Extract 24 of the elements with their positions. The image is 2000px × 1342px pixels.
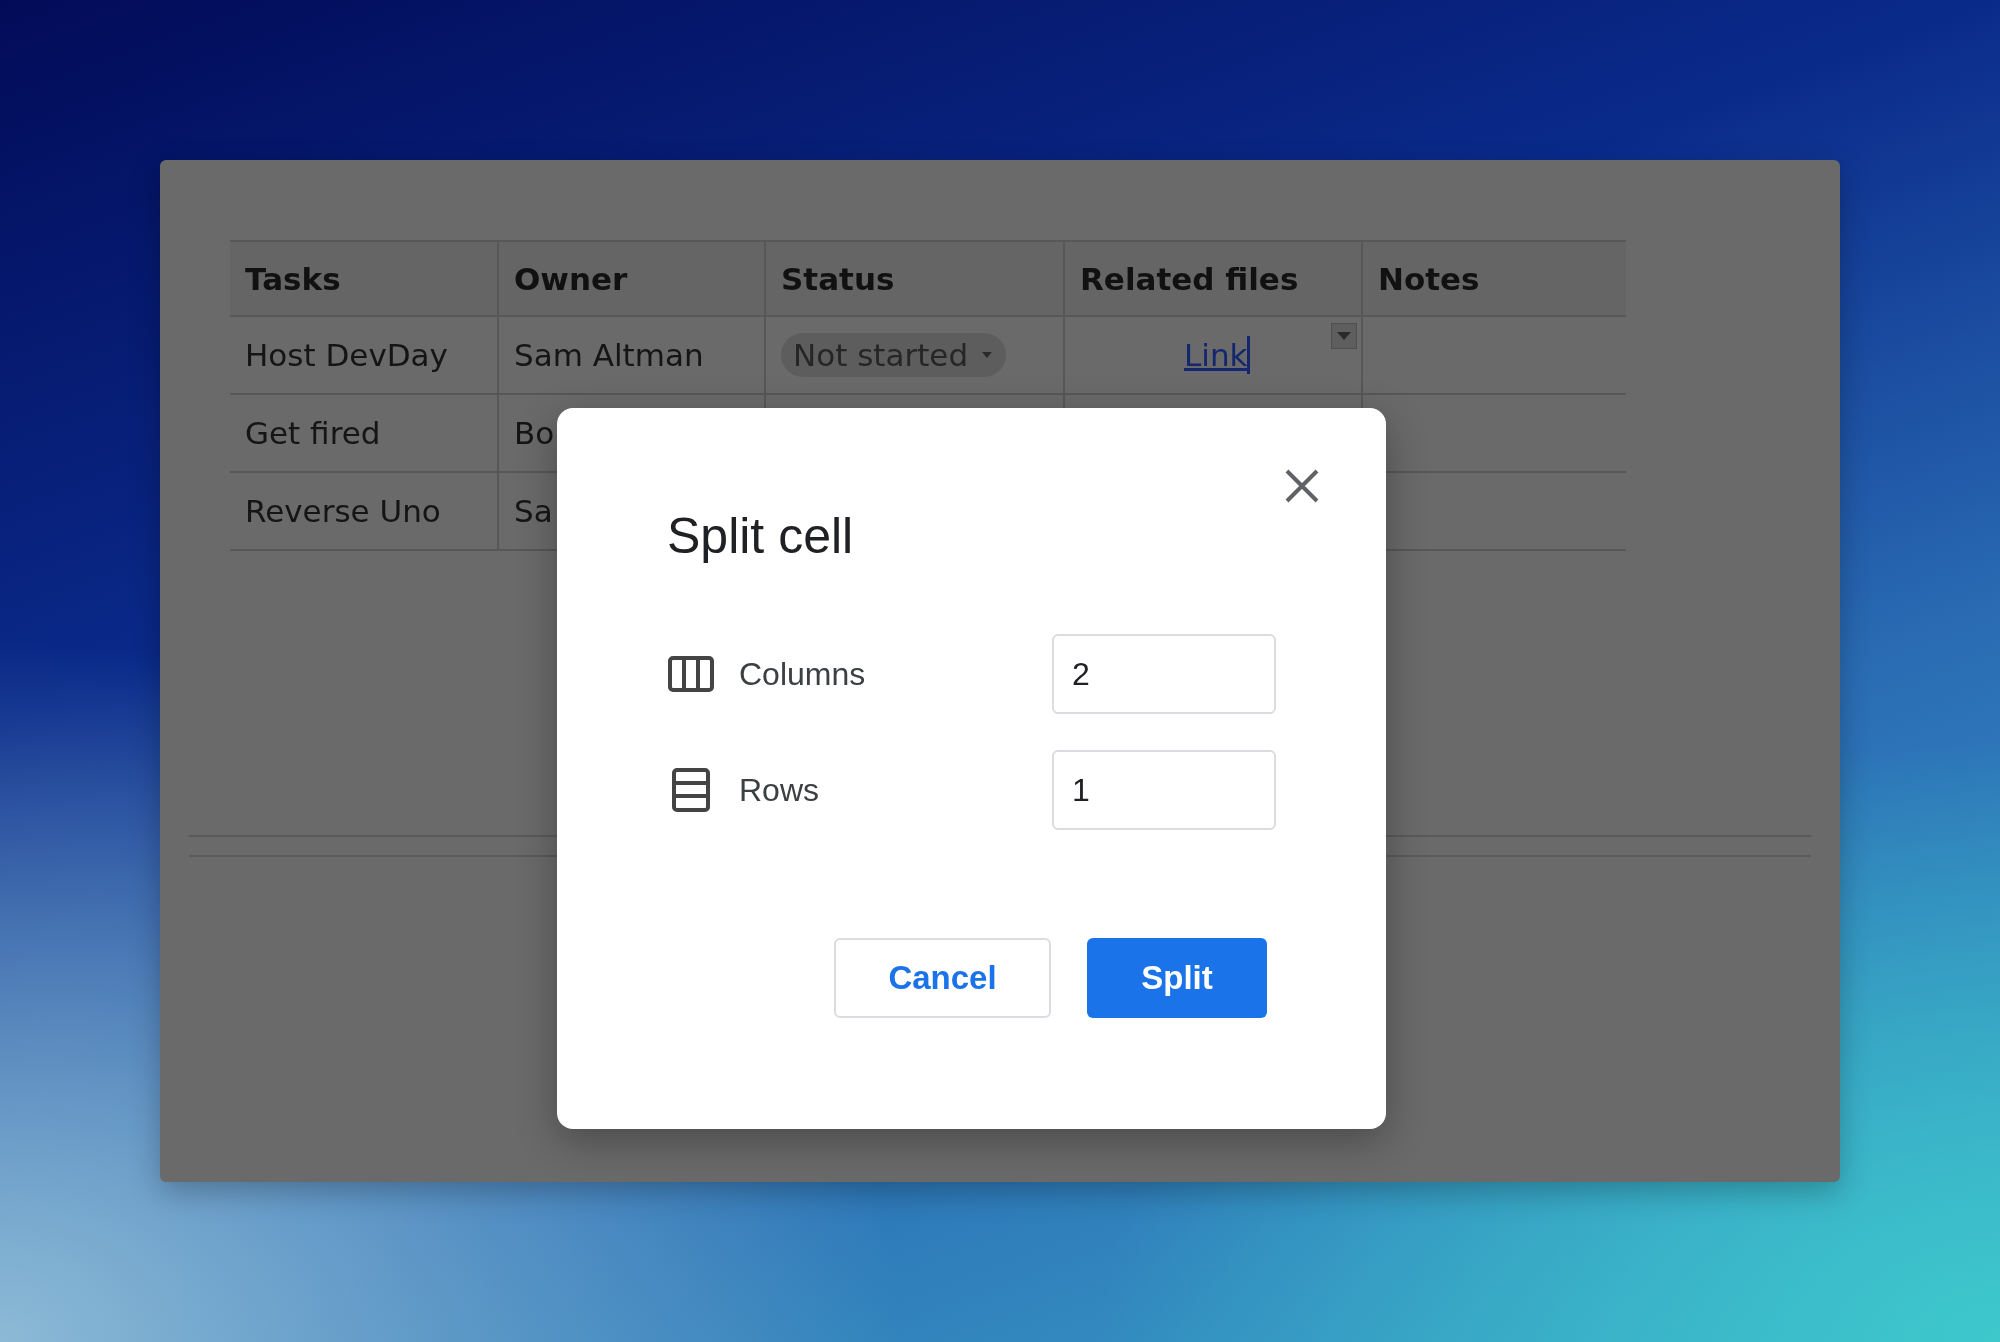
split-button[interactable]: Split — [1087, 938, 1267, 1018]
column-header: Related files — [1063, 242, 1361, 317]
table-cell-text: Host DevDay — [245, 337, 448, 373]
columns-icon — [667, 655, 715, 693]
field-label: Rows — [739, 771, 820, 809]
column-header: Owner — [497, 242, 764, 317]
number-field[interactable]: 2 — [1052, 634, 1276, 714]
column-header: Notes — [1361, 242, 1626, 317]
number-field[interactable]: 1 — [1052, 750, 1276, 830]
caret-icon — [982, 352, 993, 358]
table-cell-text: Reverse Uno — [245, 493, 441, 529]
column-header: Status — [764, 242, 1063, 317]
status-chip[interactable]: Not started — [781, 333, 1007, 377]
file-link[interactable]: Link — [1184, 337, 1248, 373]
field-label: Columns — [739, 655, 867, 693]
text-cursor — [1247, 336, 1251, 374]
table-cell-text: Sam Altman — [514, 337, 704, 373]
column-header: Tasks — [230, 242, 497, 317]
cancel-button[interactable]: Cancel — [834, 938, 1051, 1018]
table-cell-text: Get fired — [245, 415, 381, 451]
dialog-title: Split cell — [667, 507, 854, 566]
caret-icon — [1337, 332, 1351, 340]
table-cell-text: Sa — [514, 493, 553, 529]
table-cell-text: Bo — [514, 415, 555, 451]
